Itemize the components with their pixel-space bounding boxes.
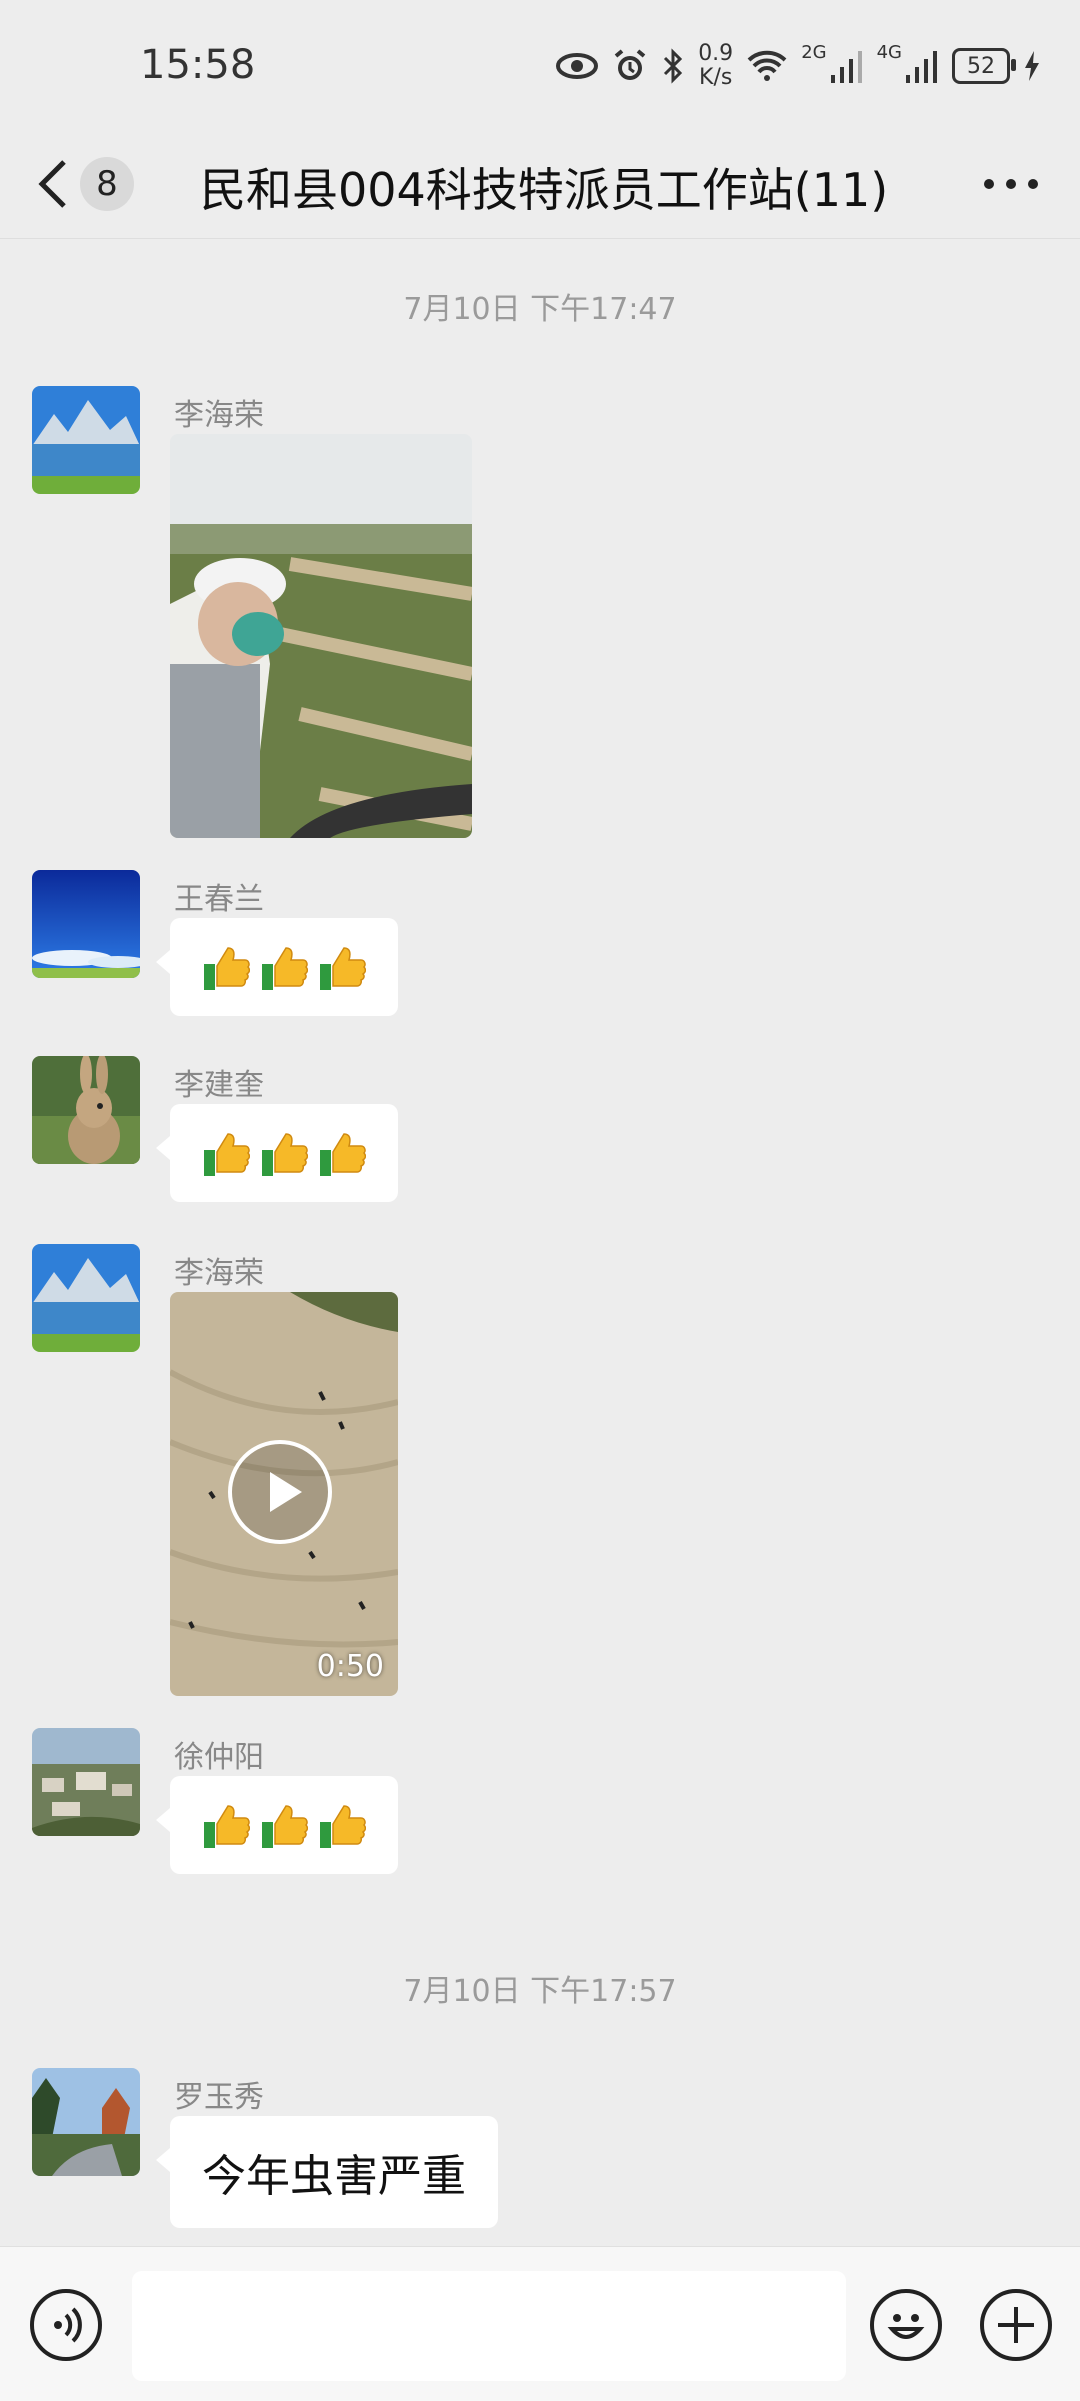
signal-icon	[906, 51, 937, 83]
eye-icon	[556, 53, 599, 79]
thumbs-up-icon	[320, 947, 366, 990]
timestamp: 7月10日 下午17:57	[403, 1974, 677, 2009]
sender-name: 王春兰	[174, 882, 264, 917]
sender-name: 李建奎	[174, 1068, 264, 1103]
status-time: 15:58	[140, 42, 256, 88]
play-icon[interactable]	[228, 1440, 332, 1544]
add-button[interactable]	[980, 2289, 1052, 2361]
message-input[interactable]	[132, 2271, 846, 2381]
timestamp: 7月10日 下午17:47	[403, 292, 677, 327]
thumbs-up-icon	[204, 947, 250, 990]
video-duration: 0:50	[316, 1649, 384, 1684]
network-type-1: 2G	[801, 41, 827, 63]
plus-icon	[998, 2307, 1034, 2343]
video-message[interactable]: 0:50	[170, 1292, 398, 1696]
emoji-content	[170, 1104, 398, 1202]
avatar[interactable]	[32, 1244, 140, 1352]
network-speed: 0.9 K/s	[698, 42, 733, 90]
sender-name: 徐仲阳	[174, 1740, 264, 1775]
voice-icon	[54, 2307, 82, 2343]
avatar[interactable]	[32, 1728, 140, 1836]
emoji-content	[170, 918, 398, 1016]
emoji-content	[170, 1776, 398, 1874]
message-bubble[interactable]	[156, 1104, 398, 1202]
chevron-left-icon	[38, 160, 66, 208]
network-type-2: 4G	[876, 41, 902, 63]
input-bar	[0, 2246, 1080, 2401]
back-button[interactable]: 8	[36, 150, 146, 218]
sender-name: 李海荣	[174, 398, 264, 433]
status-bar: 15:58 0.9 K/s 2G 4G 52	[0, 0, 1080, 130]
unread-badge: 8	[80, 157, 134, 211]
message-text: 今年虫害严重	[202, 2151, 466, 2202]
chat-header: 8 民和县004科技特派员工作站(11)	[0, 130, 1080, 239]
thumbs-up-icon	[320, 1805, 366, 1848]
avatar[interactable]	[32, 2068, 140, 2176]
thumbs-up-icon	[262, 1805, 308, 1848]
thumbs-up-icon	[262, 1133, 308, 1176]
more-icon	[984, 179, 1038, 189]
image-message[interactable]	[170, 434, 472, 838]
alarm-icon	[614, 49, 646, 80]
message-bubble[interactable]: 今年虫害严重	[156, 2116, 498, 2228]
voice-button[interactable]	[30, 2289, 102, 2361]
thumbs-up-icon	[320, 1133, 366, 1176]
message-bubble[interactable]	[156, 918, 398, 1016]
avatar[interactable]	[32, 870, 140, 978]
more-button[interactable]	[976, 156, 1046, 212]
battery-indicator: 52	[952, 48, 1016, 84]
thumbs-up-icon	[262, 947, 308, 990]
chat-title: 民和县004科技特派员工作站(11)	[200, 163, 889, 217]
speed-value: 0.9	[698, 41, 734, 66]
wifi-icon	[747, 50, 787, 81]
message-bubble[interactable]	[156, 1776, 398, 1874]
thumbs-up-icon	[204, 1133, 250, 1176]
signal-icon	[830, 51, 862, 83]
sender-name: 罗玉秀	[174, 2080, 264, 2115]
speed-unit: K/s	[699, 65, 733, 90]
thumbs-up-icon	[204, 1805, 250, 1848]
avatar[interactable]	[32, 386, 140, 494]
emoji-icon	[887, 2314, 925, 2339]
bluetooth-icon	[664, 48, 683, 84]
emoji-button[interactable]	[870, 2289, 942, 2361]
charging-icon	[1025, 51, 1039, 81]
avatar[interactable]	[32, 1056, 140, 1164]
status-icons: 0.9 K/s 2G 4G 52	[556, 38, 1040, 94]
sender-name: 李海荣	[174, 1256, 264, 1291]
